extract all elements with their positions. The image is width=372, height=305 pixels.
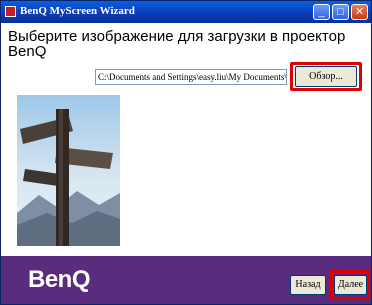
- footer-bar: BenQ Назад Далее: [1, 256, 371, 304]
- image-preview: [17, 95, 120, 246]
- signpost-image: [17, 95, 120, 246]
- app-icon: [5, 6, 16, 17]
- file-path-field[interactable]: C:\Documents and Settings\easy.liu\My Do…: [95, 69, 287, 85]
- next-button[interactable]: Далее: [334, 275, 367, 295]
- benq-logo: BenQ: [28, 266, 91, 293]
- minimize-button[interactable]: _: [313, 4, 330, 20]
- window-title: BenQ MyScreen Wizard: [20, 5, 135, 17]
- minimize-icon: _: [318, 6, 325, 18]
- close-button[interactable]: ✕: [351, 4, 368, 20]
- wizard-content: Выберите изображение для загрузки в прое…: [1, 23, 371, 256]
- title-bar[interactable]: BenQ MyScreen Wizard _ □ ✕: [1, 1, 371, 23]
- close-icon: ✕: [354, 6, 365, 18]
- maximize-icon: □: [337, 6, 344, 18]
- browse-button[interactable]: Обзор...: [295, 66, 357, 87]
- back-button[interactable]: Назад: [290, 275, 326, 295]
- wizard-window: BenQ MyScreen Wizard _ □ ✕ Выберите изоб…: [0, 0, 372, 305]
- maximize-button[interactable]: □: [332, 4, 349, 20]
- instruction-text: Выберите изображение для загрузки в прое…: [8, 28, 346, 60]
